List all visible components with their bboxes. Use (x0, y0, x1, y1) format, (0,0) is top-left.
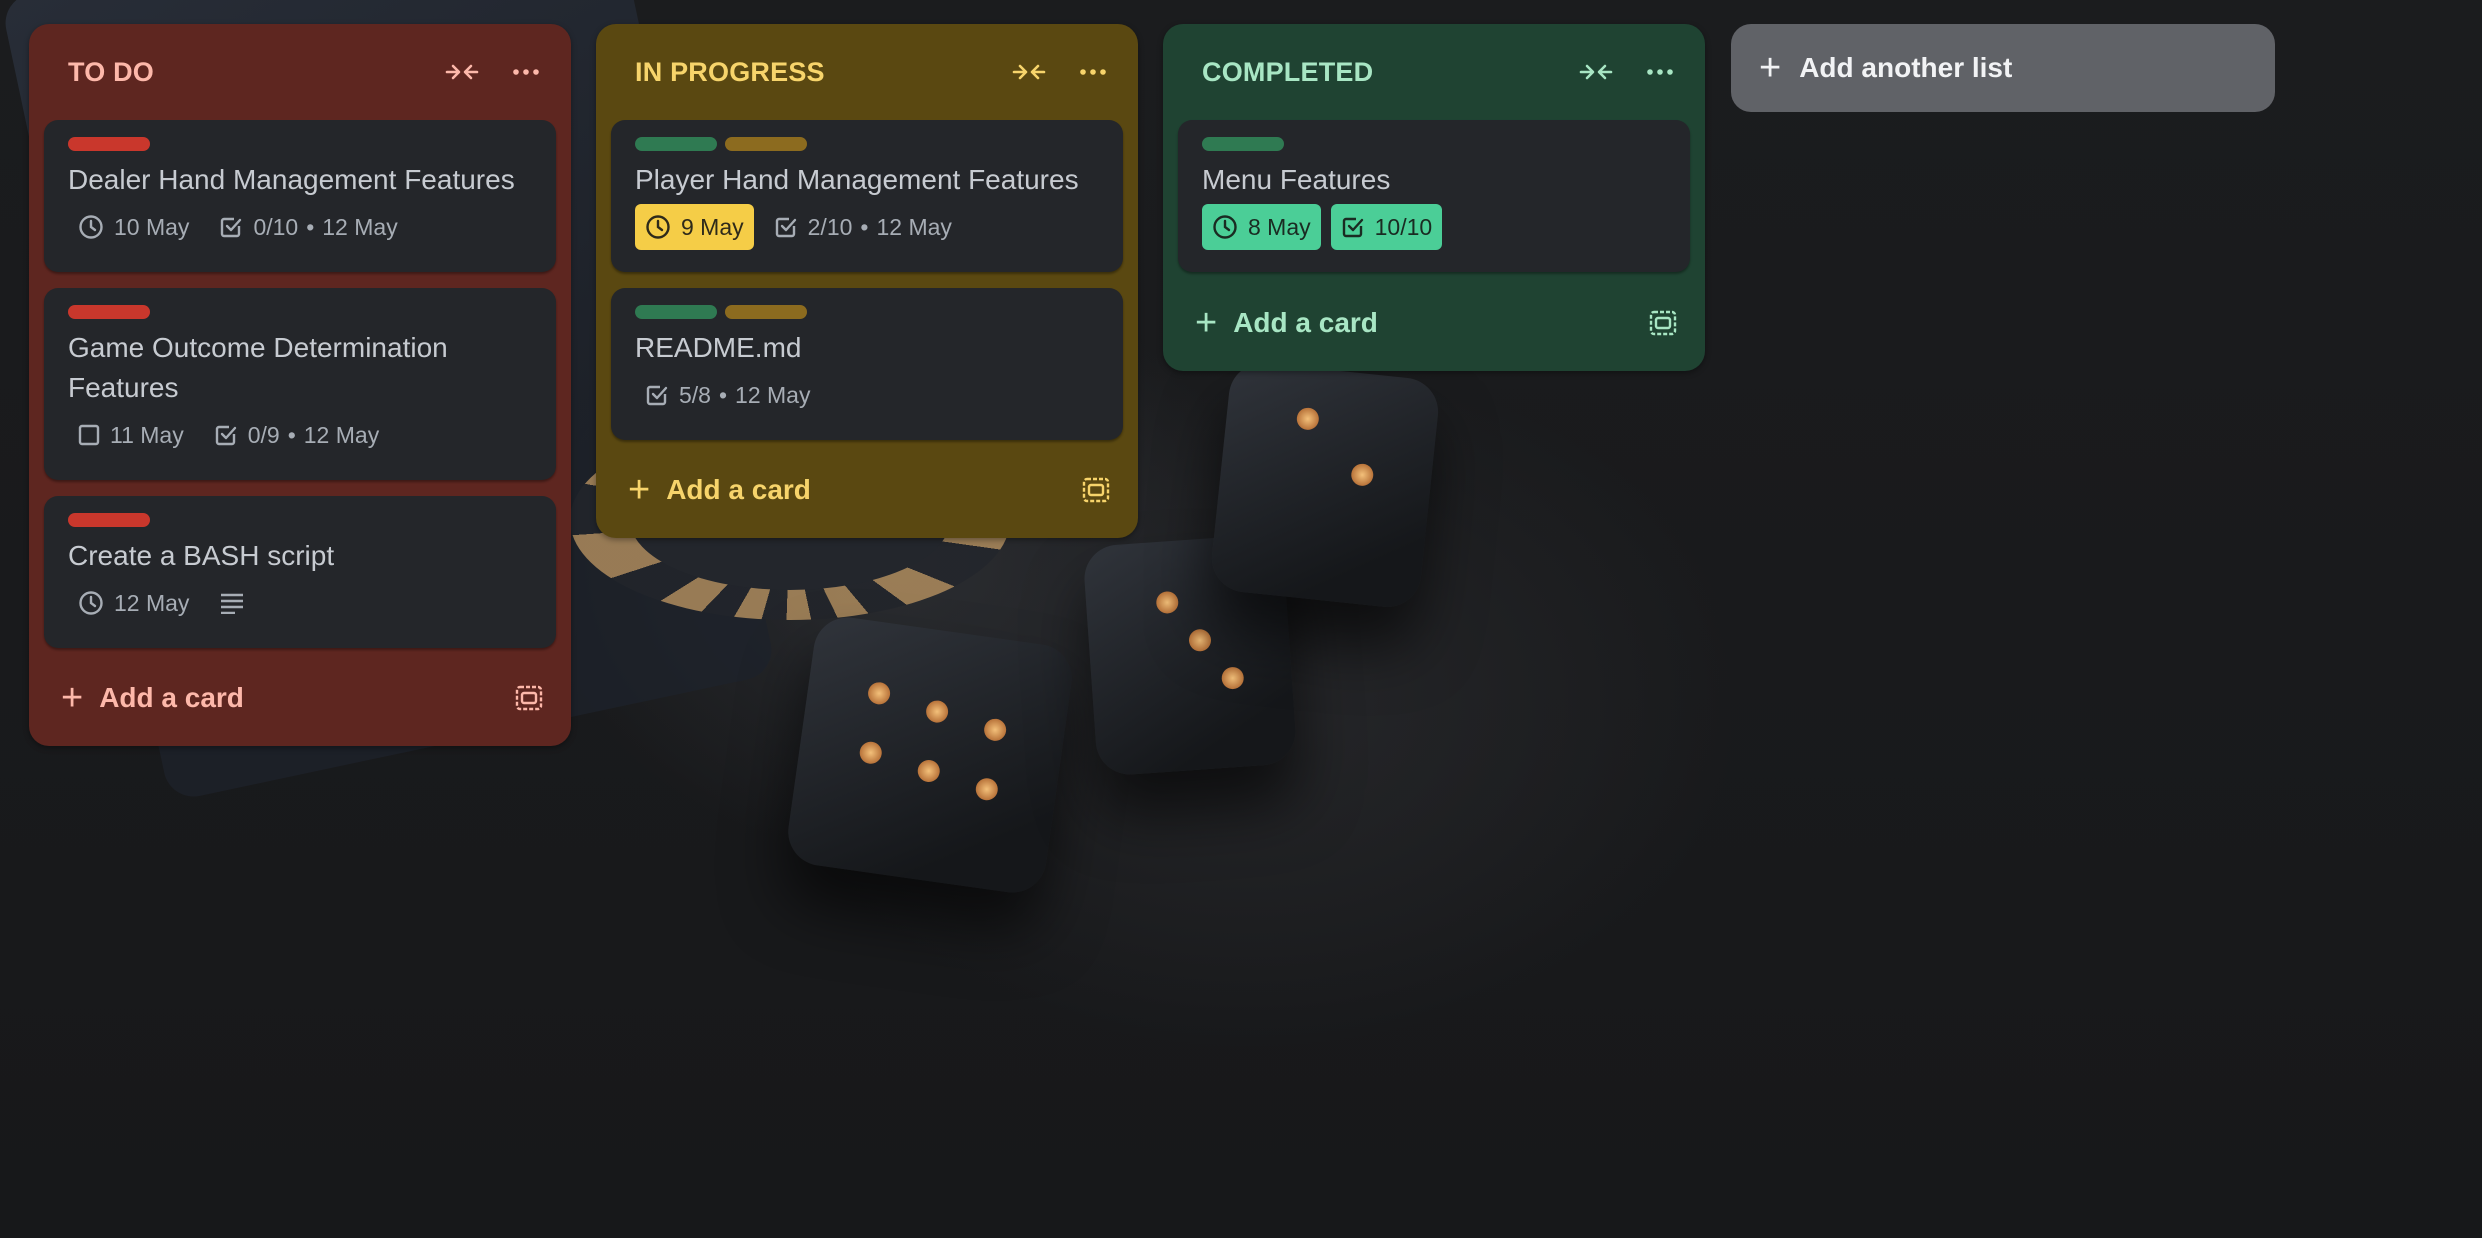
card-labels (68, 137, 150, 151)
plus-icon: + (628, 469, 651, 511)
checkbox-icon (215, 425, 236, 446)
due-date-badge[interactable]: 12 May (68, 580, 199, 626)
label-gold[interactable] (725, 137, 807, 151)
label-red[interactable] (68, 513, 150, 527)
card[interactable]: Dealer Hand Management Features 10 May 0… (44, 120, 556, 272)
card-title: Menu Features (1202, 164, 1391, 195)
list-todo: TO DO Dealer Hand Management Features 10… (29, 24, 571, 746)
checkbox-icon (775, 217, 796, 238)
checklist-badge: 0/9 • 12 May (204, 412, 389, 458)
due-date-badge[interactable]: 9 May (635, 204, 754, 250)
due-date-badge[interactable]: 8 May (1202, 204, 1321, 250)
card-template-icon (515, 685, 543, 711)
empty-checkbox-icon (78, 424, 100, 446)
card-title: README.md (635, 332, 802, 363)
create-from-template-button[interactable] (509, 678, 549, 718)
checklist-badge: 2/10 • 12 May (764, 204, 962, 250)
list-actions-button[interactable] (1071, 52, 1115, 92)
clock-icon (79, 215, 103, 239)
add-another-list-button[interactable]: + Add another list (1731, 24, 2275, 112)
clock-icon (646, 215, 670, 239)
label-red[interactable] (68, 137, 150, 151)
card-badges: 8 May 10/10 (1202, 204, 1443, 250)
card[interactable]: Menu Features 8 May 10/10 (1178, 120, 1690, 272)
label-red[interactable] (68, 305, 150, 319)
list-completed: COMPLETED Menu Features 8 May 10/10 + Ad… (1163, 24, 1705, 371)
card[interactable]: README.md 5/8 • 12 May (611, 288, 1123, 440)
checkbox-icon (1342, 217, 1363, 238)
add-card-button[interactable]: + Add a card (1179, 293, 1378, 353)
description-lines-icon (221, 593, 244, 614)
checkbox-icon (221, 217, 242, 238)
card-title: Game Outcome Determination Features (68, 332, 448, 403)
list-title[interactable]: IN PROGRESS (635, 57, 825, 88)
plus-icon: + (1195, 302, 1218, 344)
plus-icon: + (61, 677, 84, 719)
label-green[interactable] (635, 137, 717, 151)
plus-icon: + (1759, 47, 1782, 89)
collapse-arrows-icon (1012, 64, 1046, 80)
list-actions-button[interactable] (504, 52, 548, 92)
list-title[interactable]: COMPLETED (1202, 57, 1373, 88)
label-gold[interactable] (725, 305, 807, 319)
collapse-arrows-icon (1579, 64, 1613, 80)
list-header: TO DO (29, 24, 571, 120)
card-labels (68, 305, 150, 319)
background-die (1082, 533, 1298, 777)
card-labels (635, 137, 807, 151)
list-actions-button[interactable] (1638, 52, 1682, 92)
clock-icon (79, 591, 103, 615)
card-title: Player Hand Management Features (635, 164, 1079, 195)
card-badges: 9 May 2/10 • 12 May (635, 204, 962, 250)
card-badges: 10 May 0/10 • 12 May (68, 204, 408, 250)
card-template-icon (1649, 310, 1677, 336)
list-title[interactable]: TO DO (68, 57, 154, 88)
collapse-arrows-icon (445, 64, 479, 80)
checklist-badge: 0/10 • 12 May (209, 204, 407, 250)
card-badges: 12 May (68, 580, 255, 626)
label-green[interactable] (635, 305, 717, 319)
card-title: Create a BASH script (68, 540, 335, 571)
add-card-button[interactable]: + Add a card (612, 460, 811, 520)
card-template-icon (1082, 477, 1110, 503)
more-dots-icon (1080, 69, 1106, 75)
background-die (783, 613, 1077, 897)
description-badge (209, 580, 255, 626)
collapse-list-button[interactable] (1007, 52, 1051, 92)
clock-icon (1213, 215, 1237, 239)
label-green[interactable] (1202, 137, 1284, 151)
list-header: COMPLETED (1163, 24, 1705, 120)
start-date-badge[interactable]: 11 May (68, 412, 194, 458)
collapse-list-button[interactable] (440, 52, 484, 92)
card-title: Dealer Hand Management Features (68, 164, 515, 195)
more-dots-icon (513, 69, 539, 75)
card[interactable]: Create a BASH script 12 May (44, 496, 556, 648)
list-header: IN PROGRESS (596, 24, 1138, 120)
card-badges: 5/8 • 12 May (635, 372, 820, 418)
checkbox-icon (646, 385, 668, 406)
card-badges: 11 May 0/9 • 12 May (68, 412, 389, 458)
card-labels (635, 305, 807, 319)
collapse-list-button[interactable] (1574, 52, 1618, 92)
create-from-template-button[interactable] (1643, 303, 1683, 343)
start-date-badge[interactable]: 10 May (68, 204, 199, 250)
create-from-template-button[interactable] (1076, 470, 1116, 510)
card-labels (68, 513, 150, 527)
more-dots-icon (1647, 69, 1673, 75)
card[interactable]: Player Hand Management Features 9 May 2/… (611, 120, 1123, 272)
checklist-badge: 5/8 • 12 May (635, 372, 820, 418)
checklist-badge: 10/10 (1330, 204, 1443, 250)
add-card-button[interactable]: + Add a card (45, 668, 244, 728)
list-in-progress: IN PROGRESS Player Hand Management Featu… (596, 24, 1138, 538)
card-labels (1202, 137, 1284, 151)
card[interactable]: Game Outcome Determination Features 11 M… (44, 288, 556, 480)
background-die (1208, 359, 1442, 611)
